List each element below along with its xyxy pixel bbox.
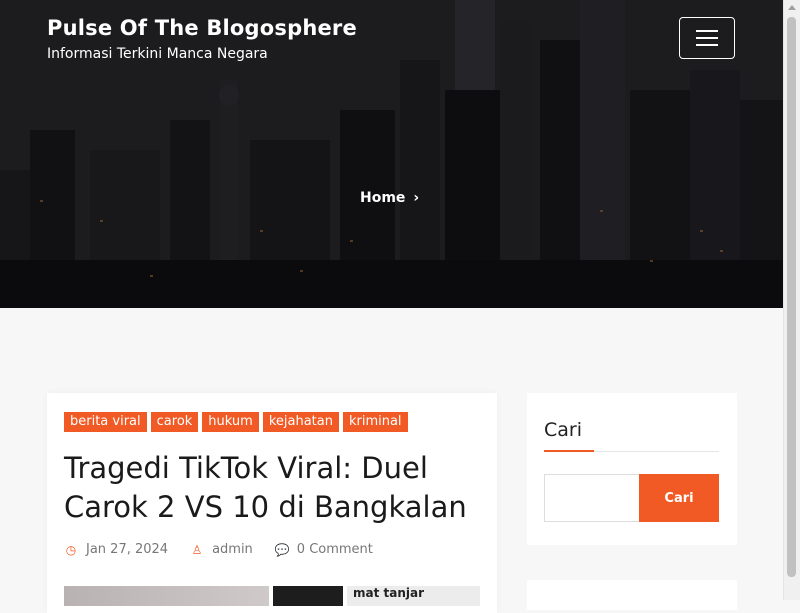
- hamburger-menu-button[interactable]: [679, 17, 735, 59]
- breadcrumb: Home ›: [360, 190, 419, 206]
- post-date-text: Jan 27, 2024: [86, 542, 169, 557]
- scrollbar-thumb[interactable]: [787, 17, 796, 577]
- post-comments-text: 0 Comment: [296, 542, 373, 557]
- site-tagline: Informasi Terkini Manca Negara: [47, 46, 268, 62]
- post-thumbnail[interactable]: mat tanjar: [64, 586, 480, 606]
- user-icon: ♙: [191, 542, 203, 557]
- hero-banner: Pulse Of The Blogosphere Informasi Terki…: [0, 0, 783, 308]
- post-author[interactable]: ♙ admin: [190, 542, 253, 557]
- tag-carok[interactable]: carok: [150, 412, 199, 432]
- hamburger-menu-icon: [696, 37, 718, 39]
- comments-icon: 💬: [274, 542, 290, 557]
- post-date[interactable]: ◷ Jan 27, 2024: [64, 542, 168, 557]
- thumbnail-caption: mat tanjar: [353, 586, 425, 600]
- search-widget: Cari Cari: [527, 393, 737, 545]
- tag-hukum[interactable]: hukum: [202, 412, 259, 432]
- post-meta: ◷ Jan 27, 2024 ♙ admin 💬 0 Comment: [64, 542, 373, 557]
- thumbnail-image-left: [64, 586, 269, 606]
- tag-kriminal[interactable]: kriminal: [342, 412, 408, 432]
- hamburger-menu-icon: [696, 44, 718, 46]
- search-input[interactable]: [544, 474, 640, 522]
- site-title[interactable]: Pulse Of The Blogosphere: [47, 16, 357, 40]
- thumbnail-image-right: mat tanjar: [347, 586, 480, 606]
- sidebar-widget-2: [527, 580, 737, 610]
- post-author-text: admin: [212, 542, 253, 557]
- hamburger-menu-icon: [696, 30, 718, 32]
- widget-title-underline: [544, 450, 594, 452]
- vertical-scrollbar[interactable]: [783, 0, 800, 600]
- tag-kejahatan[interactable]: kejahatan: [262, 412, 339, 432]
- breadcrumb-home-link[interactable]: Home: [360, 190, 405, 206]
- chevron-right-icon: ›: [413, 190, 420, 206]
- search-button[interactable]: Cari: [639, 474, 719, 522]
- thumbnail-image-middle: [273, 586, 343, 606]
- post-title[interactable]: Tragedi TikTok Viral: Duel Carok 2 VS 10…: [64, 449, 494, 527]
- scroll-up-icon[interactable]: [788, 5, 796, 10]
- post-comments[interactable]: 💬 0 Comment: [275, 542, 373, 557]
- tag-berita-viral[interactable]: berita viral: [64, 412, 147, 432]
- search-widget-title: Cari: [544, 419, 582, 441]
- post-card: berita viral carok hukum kejahatan krimi…: [47, 393, 497, 613]
- post-tags: berita viral carok hukum kejahatan krimi…: [64, 412, 408, 432]
- clock-icon: ◷: [65, 542, 77, 557]
